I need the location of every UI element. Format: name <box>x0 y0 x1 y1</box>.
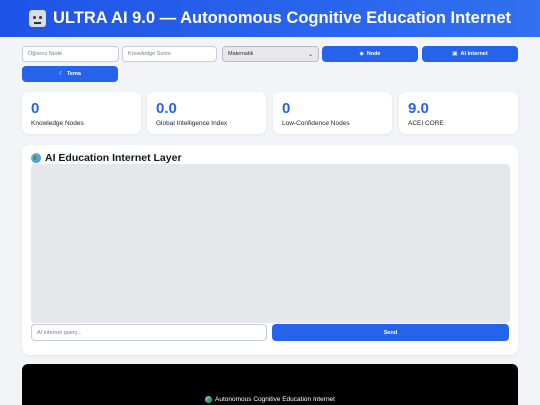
stat-label: ACEI CORE <box>408 120 444 127</box>
app-header: ULTRA AI 9.0 — Autonomous Cognitive Educ… <box>0 0 540 37</box>
subject-select[interactable]: Matematik ⌄ <box>222 46 319 62</box>
globe-icon <box>31 153 41 163</box>
chat-output-area[interactable] <box>31 164 510 323</box>
stat-value: 0.0 <box>156 100 177 117</box>
stats-row: 0 Knowledge Nodes 0.0 Global Intelligenc… <box>22 92 518 134</box>
student-node-placeholder: Öğrenci Node <box>28 51 62 57</box>
stat-value: 9.0 <box>408 100 429 117</box>
footer-text: Autonomous Cognitive Education Internet <box>22 396 518 403</box>
stat-label: Knowledge Nodes <box>31 120 84 127</box>
stat-card-acei-core: 9.0 ACEI CORE <box>399 92 518 134</box>
moon-icon: ☾ <box>59 71 64 77</box>
add-node-button[interactable]: ◆ Node <box>322 46 418 62</box>
chevron-down-icon: ⌄ <box>307 51 313 58</box>
theme-button-label: Tema <box>66 71 81 77</box>
stat-label: Low-Confidence Nodes <box>282 120 350 127</box>
robot-icon <box>28 10 46 27</box>
robot-icon: ▣ <box>452 51 458 57</box>
stat-card-low-confidence: 0 Low-Confidence Nodes <box>273 92 392 134</box>
node-icon: ◆ <box>359 51 364 57</box>
footer: Autonomous Cognitive Education Internet <box>22 364 518 405</box>
send-button-label: Send <box>383 329 398 336</box>
footer-label: Autonomous Cognitive Education Internet <box>215 396 335 403</box>
node-button-label: Node <box>366 51 381 57</box>
ai-internet-button[interactable]: ▣ AI Internet <box>422 46 518 62</box>
stat-card-knowledge-nodes: 0 Knowledge Nodes <box>22 92 141 134</box>
panel-title: AI Education Internet Layer <box>31 152 182 164</box>
panel-title-text: AI Education Internet Layer <box>45 152 182 164</box>
ai-education-panel: AI Education Internet Layer AI internet … <box>22 145 518 355</box>
stat-card-global-intelligence: 0.0 Global Intelligence Index <box>147 92 266 134</box>
knowledge-score-placeholder: Knowledge Score <box>128 51 172 57</box>
stat-label: Global Intelligence Index <box>156 120 228 127</box>
subject-select-value: Matematik <box>228 51 254 57</box>
ai-query-input[interactable]: AI internet query... <box>31 324 267 341</box>
globe-icon <box>205 396 213 403</box>
ai-query-placeholder: AI internet query... <box>37 329 82 336</box>
app-title: ULTRA AI 9.0 — Autonomous Cognitive Educ… <box>52 9 512 27</box>
stat-value: 0 <box>31 100 40 117</box>
stat-value: 0 <box>282 100 291 117</box>
theme-button[interactable]: ☾ Tema <box>22 66 118 82</box>
send-button[interactable]: Send <box>272 324 509 341</box>
knowledge-score-input[interactable]: Knowledge Score <box>122 46 217 62</box>
ai-internet-button-label: AI Internet <box>460 51 488 57</box>
student-node-input[interactable]: Öğrenci Node <box>22 46 119 62</box>
